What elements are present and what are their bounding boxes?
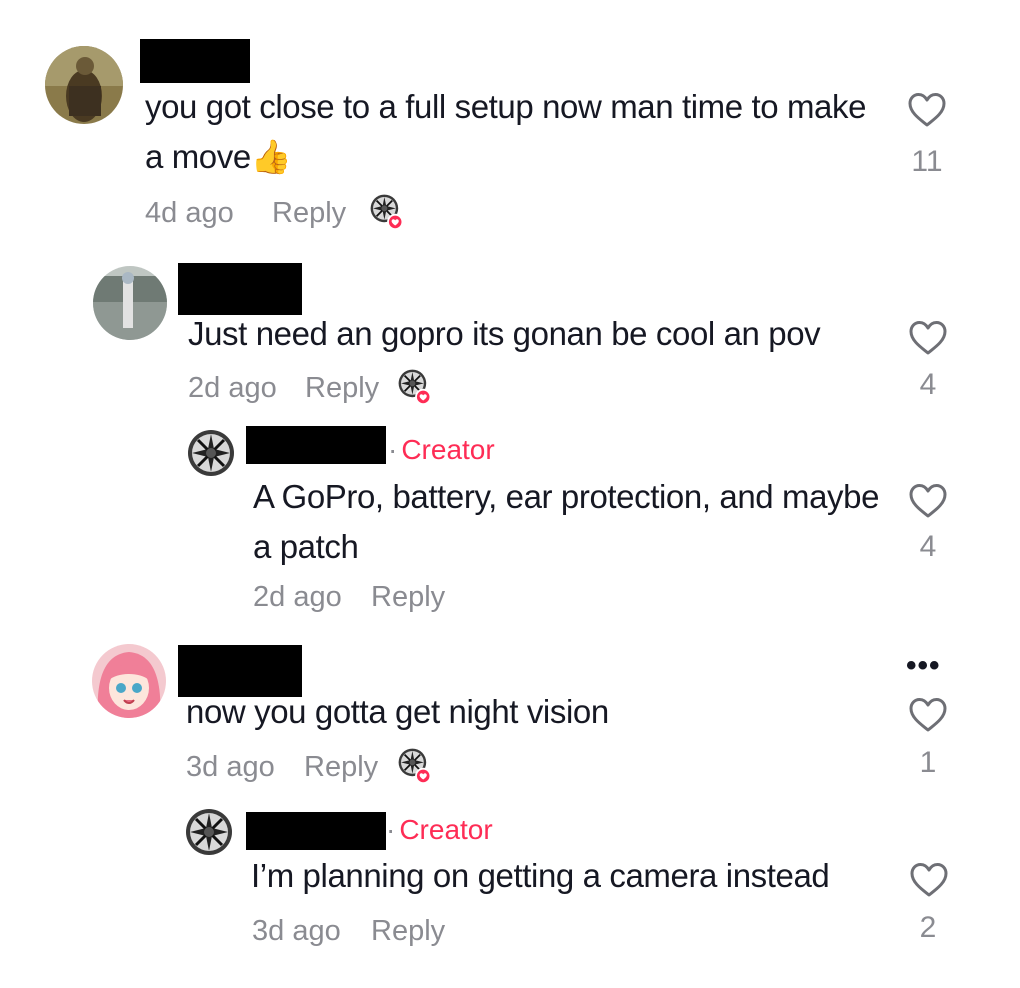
comment-text: A GoPro, battery, ear protection, and ma… [253, 478, 880, 565]
username-redacted[interactable] [246, 812, 386, 850]
like-button[interactable] [906, 483, 950, 519]
comment-text: you got close to a full setup now man ti… [145, 88, 867, 175]
reply-button[interactable]: Reply [371, 577, 445, 617]
comment-5: · Creator I’m planning on getting a camer… [0, 0, 1020, 947]
timestamp: 3d ago [252, 915, 341, 947]
heart-outline-icon [908, 320, 948, 356]
like-count: 1 [919, 746, 937, 779]
timestamp: 3d ago [186, 751, 275, 783]
creator-label: Creator [401, 434, 495, 465]
reply-button[interactable]: Reply [304, 747, 378, 787]
creator-avatar[interactable] [185, 808, 233, 856]
avatar[interactable] [45, 46, 123, 124]
more-options-button[interactable]: ••• [906, 651, 941, 681]
avatar[interactable] [92, 644, 166, 718]
separator-dot: · [388, 434, 398, 465]
creator-liked-badge-icon [370, 194, 406, 230]
like-button[interactable] [905, 92, 949, 128]
like-count: 11 [911, 145, 943, 178]
like-count: 4 [919, 368, 937, 401]
username-redacted[interactable] [178, 263, 302, 315]
like-count: 4 [919, 530, 937, 563]
creator-avatar[interactable] [187, 429, 235, 477]
reply-button[interactable]: Reply [371, 911, 445, 951]
creator-liked-badge-icon [398, 369, 434, 405]
username-redacted[interactable] [246, 426, 386, 464]
heart-outline-icon [908, 483, 948, 519]
creator-tag: · Creator [388, 430, 495, 470]
creator-label: Creator [399, 814, 493, 845]
heart-outline-icon [908, 697, 948, 733]
comment-text: now you gotta get night vision [186, 693, 609, 730]
timestamp: 2d ago [188, 372, 277, 404]
creator-liked-badge-icon [398, 748, 434, 784]
avatar[interactable] [93, 266, 167, 340]
like-count: 2 [919, 911, 937, 944]
comment-text: I’m planning on getting a camera instead [251, 857, 830, 894]
heart-outline-icon [907, 92, 947, 128]
heart-outline-icon [909, 862, 949, 898]
reply-button[interactable]: Reply [272, 193, 346, 233]
reply-button[interactable]: Reply [305, 368, 379, 408]
like-button[interactable] [907, 862, 951, 898]
like-button[interactable] [906, 320, 950, 356]
like-button[interactable] [906, 697, 950, 733]
timestamp: 2d ago [253, 581, 342, 613]
comment-text: Just need an gopro its gonan be cool an … [188, 315, 821, 352]
creator-tag: · Creator [386, 810, 493, 850]
timestamp: 4d ago [145, 197, 234, 229]
username-redacted[interactable] [140, 39, 250, 83]
separator-dot: · [386, 814, 396, 845]
